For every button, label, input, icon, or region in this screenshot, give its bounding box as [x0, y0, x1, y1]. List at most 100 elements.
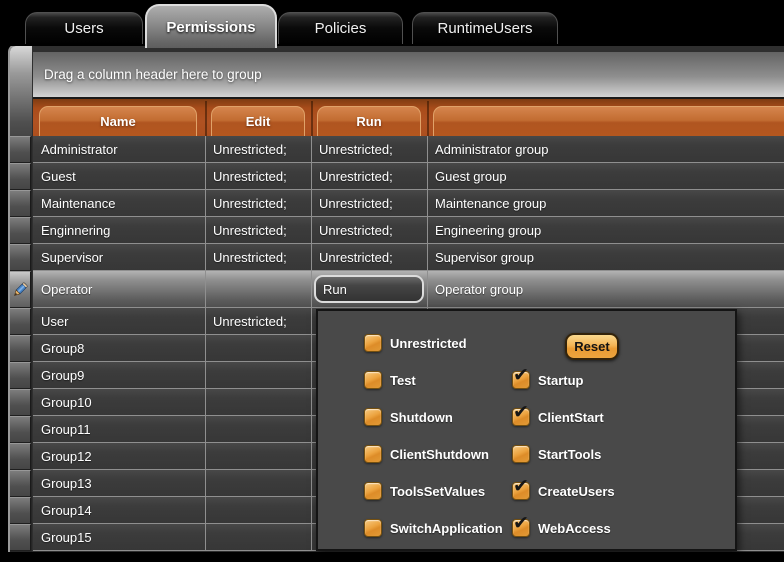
column-header-edit[interactable]: Edit	[211, 106, 305, 136]
tab-permissions[interactable]: Permissions	[145, 4, 277, 48]
row-indicator-cell[interactable]	[10, 497, 31, 524]
group-by-drop-area[interactable]: Drag a column header here to group	[33, 52, 784, 98]
table-row[interactable]: GuestUnrestricted;Unrestricted;Guest gro…	[33, 163, 784, 190]
cell-name[interactable]: Group13	[33, 470, 206, 496]
cell-edit[interactable]: Unrestricted;	[205, 163, 312, 189]
checkbox-starttools[interactable]: StartTools	[512, 445, 601, 463]
checkbox-label: WebAccess	[538, 521, 611, 536]
cell-description[interactable]: Administrator group	[427, 136, 784, 162]
cell-name[interactable]: Operator	[33, 271, 206, 307]
cell-edit[interactable]: Unrestricted;	[205, 244, 312, 270]
run-permissions-dropdown: Reset Unrestricted Test Shutdown ClientShut…	[316, 309, 737, 551]
cell-edit[interactable]: Unrestricted;	[205, 136, 312, 162]
table-row[interactable]: EnginneringUnrestricted;Unrestricted;Eng…	[33, 217, 784, 244]
cell-description[interactable]: Maintenance group	[427, 190, 784, 216]
cell-description[interactable]: Engineering group	[427, 217, 784, 243]
row-indicator-cell[interactable]	[10, 470, 31, 497]
row-indicator-cell[interactable]	[10, 217, 31, 244]
cell-name[interactable]: Administrator	[33, 136, 206, 162]
cell-name[interactable]: Group15	[33, 524, 206, 550]
cell-edit[interactable]	[205, 470, 312, 496]
checked-checkbox-icon: ✔	[512, 482, 530, 500]
row-indicator-cell[interactable]	[10, 163, 31, 190]
row-indicator-cell[interactable]	[10, 362, 31, 389]
column-header-run[interactable]: Run	[317, 106, 421, 136]
checkbox-unrestricted[interactable]: Unrestricted	[364, 334, 467, 352]
cell-name[interactable]: Group9	[33, 362, 206, 388]
row-indicator-cell[interactable]	[10, 389, 31, 416]
header-separator	[205, 101, 207, 136]
checkbox-createusers[interactable]: ✔CreateUsers	[512, 482, 615, 500]
table-row-selected[interactable]: Operator Operator groupRun	[33, 271, 784, 308]
checkbox-label: StartTools	[538, 447, 601, 462]
row-indicator-cell[interactable]	[10, 244, 31, 271]
checkbox-toolssetvalues[interactable]: ToolsSetValues	[364, 482, 485, 500]
cell-description[interactable]: Supervisor group	[427, 244, 784, 270]
checkbox-switchapplication[interactable]: SwitchApplication	[364, 519, 503, 537]
cell-name[interactable]: Group10	[33, 389, 206, 415]
unchecked-checkbox-icon	[364, 519, 382, 537]
cell-edit[interactable]	[205, 271, 312, 307]
row-indicator-cell[interactable]	[10, 416, 31, 443]
row-indicator-cell[interactable]	[10, 524, 31, 551]
cell-edit[interactable]	[205, 335, 312, 361]
cell-name[interactable]: Group12	[33, 443, 206, 469]
cell-run[interactable]: Unrestricted;	[311, 217, 428, 243]
tab-users[interactable]: Users	[25, 12, 143, 44]
table-row[interactable]: MaintenanceUnrestricted;Unrestricted;Mai…	[33, 190, 784, 217]
cell-edit[interactable]: Unrestricted;	[205, 190, 312, 216]
tab-policies[interactable]: Policies	[278, 12, 403, 44]
cell-name[interactable]: Guest	[33, 163, 206, 189]
cell-edit[interactable]	[205, 524, 312, 550]
cell-description[interactable]: Guest group	[427, 163, 784, 189]
cell-run[interactable]: Unrestricted;	[311, 190, 428, 216]
checkbox-webaccess[interactable]: ✔WebAccess	[512, 519, 611, 537]
checkbox-shutdown[interactable]: Shutdown	[364, 408, 453, 426]
table-row[interactable]: AdministratorUnrestricted;Unrestricted;A…	[33, 136, 784, 163]
cell-description[interactable]: Operator group	[427, 271, 784, 307]
column-header-row: Name Edit Run	[33, 97, 784, 136]
checkbox-clientshutdown[interactable]: ClientShutdown	[364, 445, 489, 463]
checkbox-label: ClientStart	[538, 410, 604, 425]
cell-name[interactable]: Maintenance	[33, 190, 206, 216]
cell-edit[interactable]	[205, 443, 312, 469]
unchecked-checkbox-icon	[364, 408, 382, 426]
row-indicator-cell[interactable]	[10, 335, 31, 362]
cell-name[interactable]: Supervisor	[33, 244, 206, 270]
cell-name[interactable]: Enginnering	[33, 217, 206, 243]
checkbox-test[interactable]: Test	[364, 371, 416, 389]
column-header-description[interactable]	[433, 106, 784, 136]
row-indicator-cell[interactable]	[10, 190, 31, 217]
cell-name[interactable]: User	[33, 308, 206, 334]
tab-runtimeusers[interactable]: RuntimeUsers	[412, 12, 558, 44]
reset-button[interactable]: Reset	[565, 333, 619, 360]
cell-edit[interactable]	[205, 389, 312, 415]
checkbox-clientstart[interactable]: ✔ ClientStart	[512, 408, 604, 426]
checked-checkbox-icon: ✔	[512, 408, 530, 426]
row-indicator-cell[interactable]	[10, 443, 31, 470]
checkbox-startup[interactable]: ✔Startup	[512, 371, 584, 389]
row-indicator-cell[interactable]	[10, 308, 31, 335]
cell-edit[interactable]	[205, 497, 312, 523]
unchecked-checkbox-icon	[364, 334, 382, 352]
row-indicator-cell[interactable]	[10, 271, 31, 308]
unchecked-checkbox-icon	[364, 482, 382, 500]
cell-edit[interactable]: Unrestricted;	[205, 308, 312, 334]
cell-run[interactable]: Unrestricted;	[311, 244, 428, 270]
cell-name[interactable]: Group8	[33, 335, 206, 361]
cell-edit[interactable]	[205, 362, 312, 388]
checkbox-label: Shutdown	[390, 410, 453, 425]
cell-name[interactable]: Group14	[33, 497, 206, 523]
gutter-top-filler	[10, 46, 32, 136]
run-cell-editor[interactable]: Run	[314, 275, 424, 303]
checkbox-label: SwitchApplication	[390, 521, 503, 536]
cell-edit[interactable]: Unrestricted;	[205, 217, 312, 243]
cell-name[interactable]: Group11	[33, 416, 206, 442]
cell-edit[interactable]	[205, 416, 312, 442]
cell-run[interactable]: Unrestricted;	[311, 136, 428, 162]
row-indicator-cell[interactable]	[10, 136, 31, 163]
cell-run[interactable]: Unrestricted;	[311, 163, 428, 189]
column-header-name[interactable]: Name	[39, 106, 197, 136]
row-indicator-gutter	[10, 46, 32, 552]
table-row[interactable]: SupervisorUnrestricted;Unrestricted;Supe…	[33, 244, 784, 271]
